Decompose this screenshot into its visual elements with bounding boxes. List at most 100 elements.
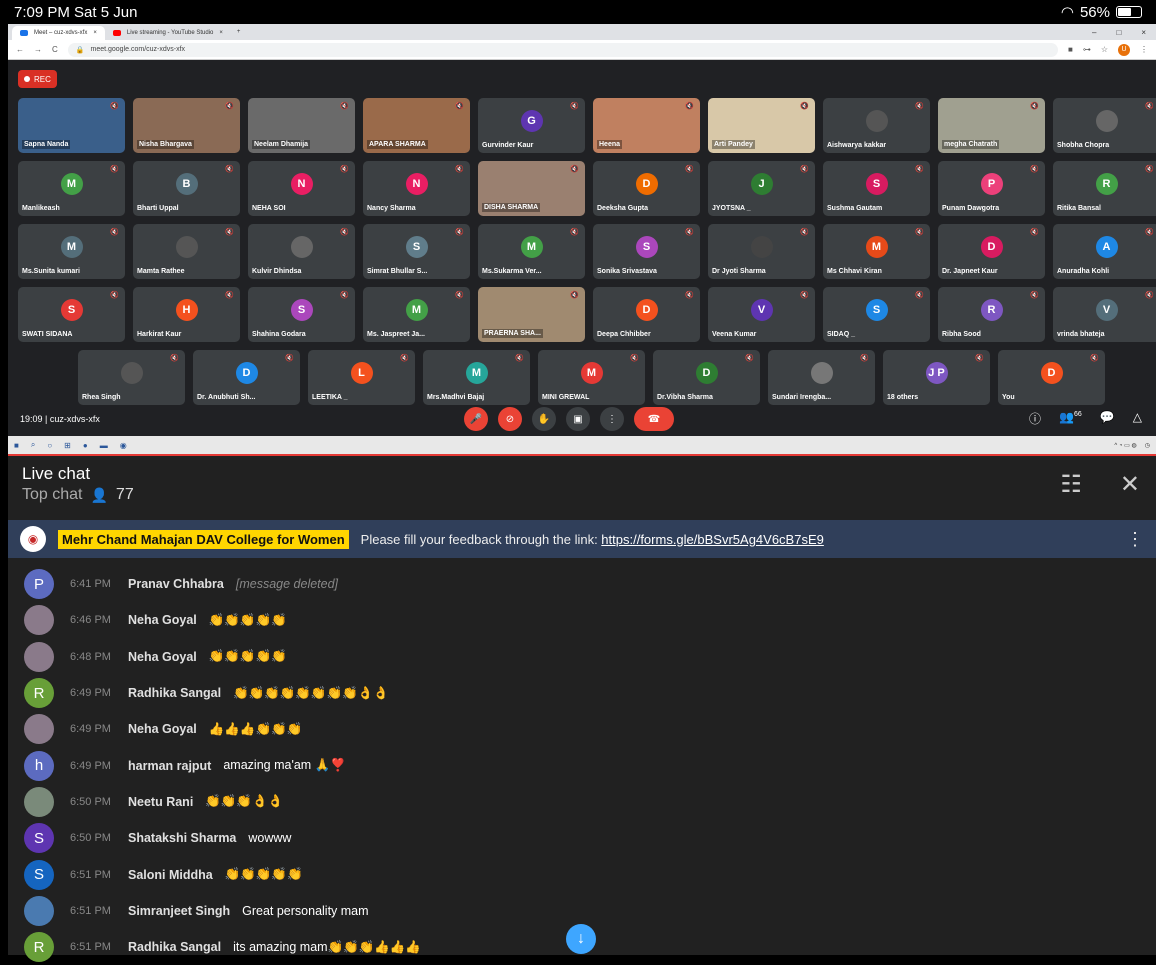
star-icon[interactable]: ☆ [1101,45,1108,54]
tab-meet[interactable]: Meet – cuz-xdvs-xfx × [12,26,105,40]
participant-tile[interactable]: 🔇 D You [998,350,1105,405]
profile-avatar[interactable]: U [1118,43,1130,56]
participant-tile[interactable]: 🔇 Arti Pandey [708,98,815,153]
participant-tile[interactable]: 🔇 D Dr. Anubhuti Sh... [193,350,300,405]
tab-youtube-studio[interactable]: Live streaming - YouTube Studio × [105,26,231,40]
feedback-link[interactable]: https://forms.gle/bBSvr5Ag4V6cB7sE9 [601,532,824,547]
participant-tile[interactable]: 🔇 D Dr. Japneet Kaur [938,224,1045,279]
message-author[interactable]: Shatakshi Sharma [128,831,236,845]
participant-tile[interactable]: 🔇 A Anuradha Kohli [1053,224,1156,279]
participant-tile[interactable]: 🔇 M Manlikeash [18,161,125,216]
message-author[interactable]: Pranav Chhabra [128,577,224,591]
participant-tile[interactable]: 🔇 Shobha Chopra [1053,98,1156,153]
close-icon[interactable]: ✕ [1120,470,1140,499]
participant-tile[interactable]: 🔇 V Veena Kumar [708,287,815,342]
close-window-icon[interactable]: × [1141,28,1146,37]
message-author[interactable]: Neha Goyal [128,613,197,627]
participant-tile[interactable]: 🔇 APARA SHARMA [363,98,470,153]
mic-off-button[interactable]: 🎤 [464,407,488,431]
participant-tile[interactable]: 🔇 D Deepa Chhibber [593,287,700,342]
participant-tile[interactable]: 🔇 M MINI GREWAL [538,350,645,405]
participant-tile[interactable]: 🔇 S Shahina Godara [248,287,355,342]
back-icon[interactable]: ← [16,45,24,54]
participant-tile[interactable]: 🔇 Kulvir Dhindsa [248,224,355,279]
chat-message[interactable]: 6:49 PM Neha Goyal 👍👍👍👏👏👏 [24,711,1156,747]
chat-message[interactable]: 6:48 PM Neha Goyal 👏👏👏👏👏 [24,639,1156,675]
chat-message[interactable]: P 6:41 PM Pranav Chhabra [message deleted] [24,566,1156,602]
participant-tile[interactable]: 🔇 B Bharti Uppal [133,161,240,216]
search-icon[interactable]: ⌕ [31,440,35,450]
menu-icon[interactable]: ⋮ [1140,45,1148,54]
chrome-icon[interactable]: ◉ [120,441,127,450]
participant-tile[interactable]: 🔇 Heena [593,98,700,153]
participant-tile[interactable]: 🔇 M Mrs.Madhvi Bajaj [423,350,530,405]
chat-message[interactable]: 6:51 PM Simranjeet Singh Great personality… [24,893,1156,929]
edge-icon[interactable]: ● [83,441,88,450]
new-tab-icon[interactable]: + [237,29,241,35]
chat-message[interactable]: 6:46 PM Neha Goyal 👏👏👏👏👏 [24,602,1156,638]
participant-tile[interactable]: 🔇 D Deeksha Gupta [593,161,700,216]
key-icon[interactable]: ⊶ [1083,45,1091,54]
participant-tile[interactable]: 🔇 J P 18 others [883,350,990,405]
participant-tile[interactable]: 🔇 megha Chatrath [938,98,1045,153]
chat-message[interactable]: S 6:50 PM Shatakshi Sharma wowww [24,820,1156,856]
participant-tile[interactable]: 🔇 G Gurvinder Kaur [478,98,585,153]
participant-tile[interactable]: 🔇 Sapna Nanda [18,98,125,153]
message-author[interactable]: Simranjeet Singh [128,904,230,918]
message-author[interactable]: Neha Goyal [128,650,197,664]
message-author[interactable]: Saloni Middha [128,868,213,882]
participant-tile[interactable]: 🔇 S Sushma Gautam [823,161,930,216]
url-field[interactable]: 🔒 meet.google.com/cuz-xdvs-xfx [67,42,1058,57]
explorer-icon[interactable]: ▬ [100,441,108,450]
participant-tile[interactable]: 🔇 Rhea Singh [78,350,185,405]
participant-tile[interactable]: 🔇 M Ms Chhavi Kiran [823,224,930,279]
chat-message[interactable]: h 6:49 PM harman rajput amazing ma'am 🙏❣️ [24,747,1156,783]
participant-tile[interactable]: 🔇 S Simrat Bhullar S... [363,224,470,279]
participant-tile[interactable]: 🔇 D Dr.Vibha Sharma [653,350,760,405]
participant-tile[interactable]: 🔇 M Ms. Jaspreet Ja... [363,287,470,342]
participant-tile[interactable]: 🔇 H Harkirat Kaur [133,287,240,342]
top-chat-dropdown[interactable]: Top chat [22,486,82,504]
participant-tile[interactable]: 🔇 Nisha Bhargava [133,98,240,153]
participant-tile[interactable]: 🔇 Mamta Rathee [133,224,240,279]
chat-message[interactable]: 6:50 PM Neetu Rani 👏👏👏👌👌 [24,784,1156,820]
message-author[interactable]: harman rajput [128,759,211,773]
participant-tile[interactable]: 🔇 R Ribha Sood [938,287,1045,342]
participant-tile[interactable]: 🔇 Vvrinda bhateja [1053,287,1156,342]
filter-settings-icon[interactable]: ☷ [1060,470,1082,499]
participant-tile[interactable]: 🔇 Sundari Irengba... [768,350,875,405]
participant-tile[interactable]: 🔇 N NEHA SOI [248,161,355,216]
activities-icon[interactable]: △ [1133,410,1142,427]
participant-tile[interactable]: 🔇 M Ms.Sukarma Ver... [478,224,585,279]
minimize-icon[interactable]: – [1092,28,1096,37]
task-view-icon[interactable]: ⊞ [64,441,71,450]
camera-off-button[interactable]: ⊘ [498,407,522,431]
maximize-icon[interactable]: □ [1116,28,1121,37]
participant-tile[interactable]: 🔇 M Ms.Sunita kumari [18,224,125,279]
participant-tile[interactable]: 🔇 J JYOTSNA _ [708,161,815,216]
info-icon[interactable]: ⓘ [1029,410,1041,427]
end-call-button[interactable]: ☎ [634,407,674,431]
close-icon[interactable]: × [219,30,223,36]
participant-tile[interactable]: 🔇 Neelam Dhamija [248,98,355,153]
participant-tile[interactable]: 🔇 PRAERNA SHA... [478,287,585,342]
forward-icon[interactable]: → [34,45,42,54]
participant-tile[interactable]: 🔇 Dr Jyoti Sharma [708,224,815,279]
message-author[interactable]: Radhika Sangal [128,940,221,954]
reload-icon[interactable]: C [52,45,58,54]
participant-tile[interactable]: 🔇 S Sonika Srivastava [593,224,700,279]
participant-tile[interactable]: 🔇 N Nancy Sharma [363,161,470,216]
more-options-button[interactable]: ⋮ [600,407,624,431]
cortana-icon[interactable]: ○ [47,441,52,450]
participant-tile[interactable]: 🔇 R Ritika Bansal [1053,161,1156,216]
chat-message[interactable]: S 6:51 PM Saloni Middha 👏👏👏👏👏 [24,856,1156,892]
participant-tile[interactable]: 🔇 Aishwarya kakkar [823,98,930,153]
scroll-down-button[interactable]: ↓ [566,924,596,954]
present-button[interactable]: ▣ [566,407,590,431]
message-author[interactable]: Radhika Sangal [128,686,221,700]
participant-tile[interactable]: 🔇 S SIDAQ _ [823,287,930,342]
camera-icon[interactable]: ■ [1068,45,1073,54]
message-author[interactable]: Neha Goyal [128,722,197,736]
raise-hand-button[interactable]: ✋ [532,407,556,431]
more-vert-icon[interactable]: ⋮ [1126,529,1144,550]
